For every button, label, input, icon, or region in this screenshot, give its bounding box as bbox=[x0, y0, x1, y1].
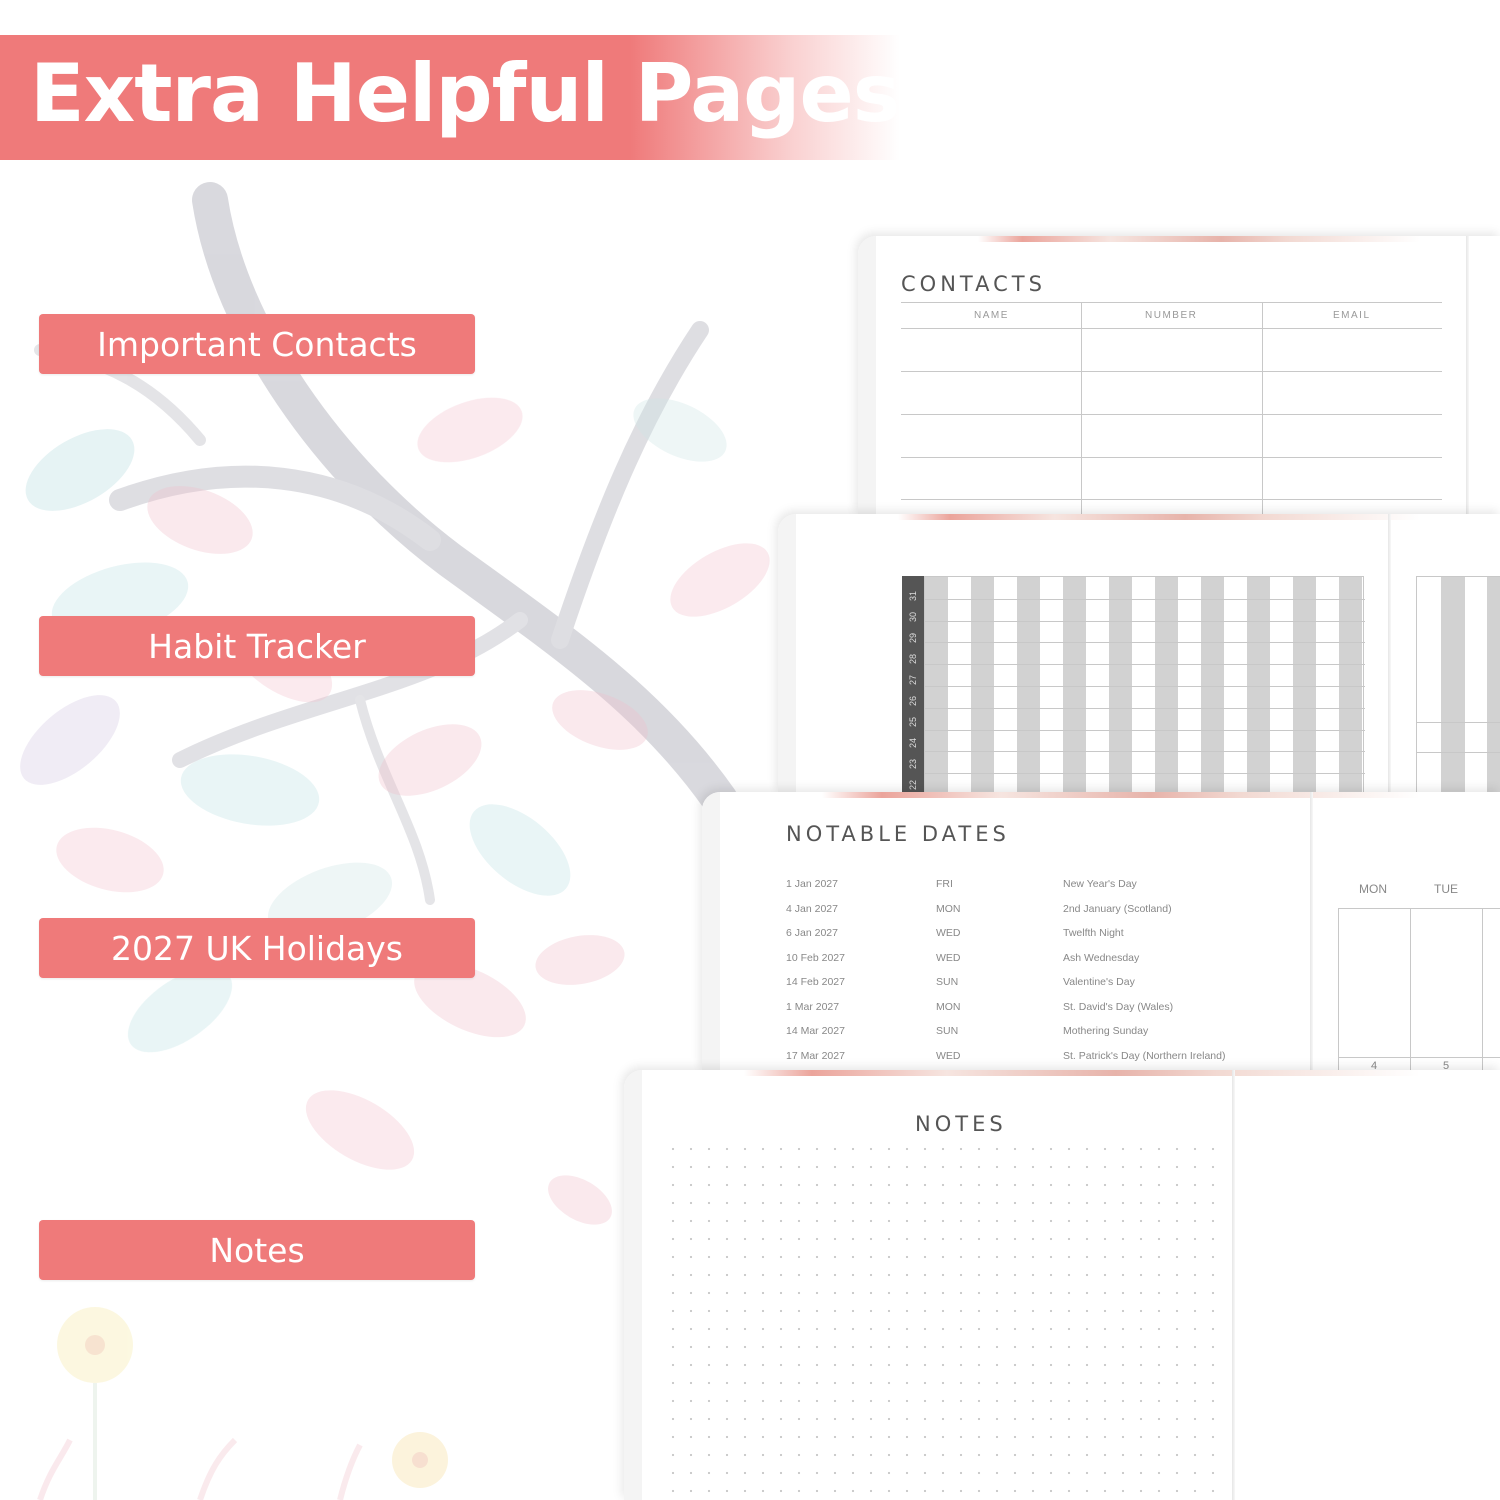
holiday-name: 2nd January (Scotland) bbox=[1063, 902, 1172, 915]
holiday-date: 6 Jan 2027 bbox=[786, 927, 838, 939]
notable-dates-page: NOTABLE DATES 1 Jan 2027 FRI New Year's Da… bbox=[702, 792, 1500, 1072]
holiday-weekday: MON bbox=[936, 902, 961, 915]
holiday-name: Twelfth Night bbox=[1063, 927, 1124, 939]
feature-label-important-contacts: Important Contacts bbox=[39, 314, 475, 374]
holiday-name: St. David's Day (Wales) bbox=[1063, 1000, 1174, 1013]
holiday-date: 14 Mar 2027 bbox=[786, 1025, 845, 1037]
holiday-date: 4 Jan 2027 bbox=[786, 902, 838, 915]
dot-grid bbox=[664, 1140, 1216, 1500]
holiday-weekday: SUN bbox=[936, 1025, 959, 1037]
feature-label-notes: Notes bbox=[39, 1220, 475, 1280]
holiday-name: Valentine's Day bbox=[1063, 976, 1135, 988]
feature-label-habit-tracker: Habit Tracker bbox=[39, 616, 475, 676]
column-header-name: NAME bbox=[974, 310, 1009, 321]
notes-title: NOTES bbox=[915, 1112, 1007, 1136]
holiday-weekday: FRI bbox=[936, 878, 953, 890]
habit-tracker-page: 22 23 24 25 26 27 28 29 30 31 bbox=[778, 514, 1500, 794]
holiday-weekday: WED bbox=[936, 951, 961, 964]
day-number: 31 bbox=[908, 591, 918, 602]
banner-title: Extra Helpful Pages bbox=[30, 47, 900, 140]
column-header-email: EMAIL bbox=[1333, 310, 1371, 321]
day-number: 24 bbox=[908, 738, 918, 749]
holiday-date: 10 Feb 2027 bbox=[786, 951, 845, 964]
contacts-title: CONTACTS bbox=[901, 272, 1046, 296]
feature-label-uk-holidays: 2027 UK Holidays bbox=[39, 918, 475, 978]
habit-grid-right bbox=[1416, 576, 1500, 794]
holiday-name: Ash Wednesday bbox=[1063, 951, 1140, 964]
holiday-name: New Year's Day bbox=[1063, 878, 1137, 890]
contacts-page: CONTACTS NAME NUMBER EMAIL bbox=[858, 236, 1500, 516]
day-number: 26 bbox=[908, 696, 918, 707]
holiday-weekday: SUN bbox=[936, 976, 959, 988]
habit-grid: 22 23 24 25 26 27 28 29 30 31 bbox=[902, 576, 1365, 794]
day-number: 27 bbox=[908, 675, 918, 686]
holiday-date: 14 Feb 2027 bbox=[786, 976, 845, 988]
holiday-date: 17 Mar 2027 bbox=[786, 1049, 845, 1062]
title-banner: Extra Helpful Pages bbox=[0, 35, 900, 160]
holiday-weekday: WED bbox=[936, 927, 961, 939]
day-number: 25 bbox=[908, 717, 918, 728]
holiday-weekday: WED bbox=[936, 1049, 961, 1062]
holiday-name: St. Patrick's Day (Northern Ireland) bbox=[1063, 1049, 1226, 1062]
holiday-weekday: MON bbox=[936, 1000, 961, 1013]
day-number: 29 bbox=[908, 633, 918, 644]
holiday-date: 1 Jan 2027 bbox=[786, 878, 838, 890]
day-number: 23 bbox=[908, 759, 918, 770]
holiday-date: 1 Mar 2027 bbox=[786, 1000, 840, 1013]
calendar-day-tue: TUE bbox=[1434, 882, 1458, 896]
day-number: 30 bbox=[908, 612, 918, 623]
column-header-number: NUMBER bbox=[1145, 310, 1198, 321]
holiday-name: Mothering Sunday bbox=[1063, 1025, 1149, 1037]
calendar-day-mon: MON bbox=[1359, 882, 1387, 896]
day-number-column: 22 23 24 25 26 27 28 29 30 31 bbox=[902, 576, 924, 794]
notable-dates-list: 1 Jan 2027 FRI New Year's Day 4 Jan 2027 MON… bbox=[702, 792, 1302, 1072]
day-number: 28 bbox=[908, 654, 918, 665]
notes-page: NOTES bbox=[624, 1070, 1500, 1500]
